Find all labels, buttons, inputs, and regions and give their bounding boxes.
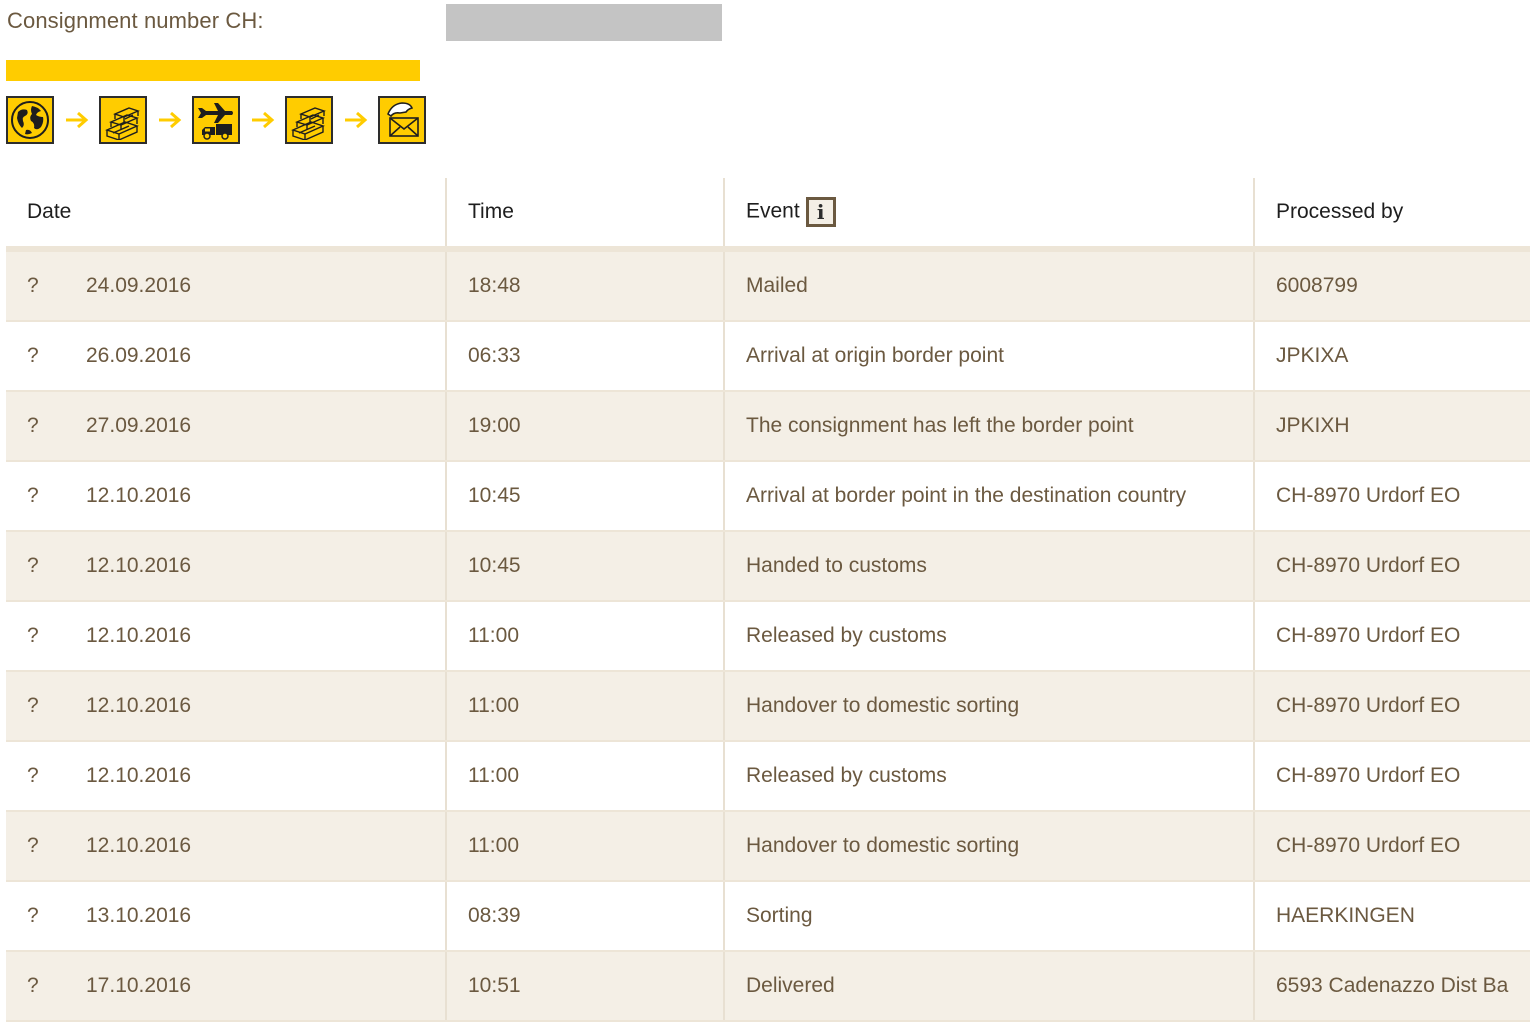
unknown-glyph-icon: ? xyxy=(27,414,39,437)
processed-by-cell: HAERKINGEN xyxy=(1253,881,1530,952)
parcels-icon xyxy=(285,96,333,144)
date-value: 13.10.2016 xyxy=(86,904,192,927)
date-cell: ? 12.10.2016 xyxy=(6,741,446,812)
time-cell: 08:39 xyxy=(445,881,724,952)
processed-by-cell: CH-8970 Urdorf EO xyxy=(1253,601,1530,672)
processed-by-cell: JPKIXA xyxy=(1253,321,1530,392)
event-cell: Handover to domestic sorting xyxy=(723,671,1254,742)
time-cell: 19:00 xyxy=(445,391,724,462)
table-row: ? 17.10.2016 10:51 Delivered 6593 Cadenaz… xyxy=(6,951,1530,1022)
event-cell: The consignment has left the border poin… xyxy=(723,391,1254,462)
unknown-glyph-icon: ? xyxy=(27,624,39,647)
tracking-events-table: Date Time Event i Processed by ? 24.09.201… xyxy=(6,178,1530,1022)
progress-bar xyxy=(6,60,420,81)
event-cell: Handed to customs xyxy=(723,531,1254,602)
time-cell: 18:48 xyxy=(445,249,724,322)
date-cell: ? 12.10.2016 xyxy=(6,811,446,882)
unknown-glyph-icon: ? xyxy=(27,904,39,927)
hand-letter-icon xyxy=(378,96,426,144)
time-cell: 11:00 xyxy=(445,671,724,742)
arrow-right-icon xyxy=(54,96,99,144)
table-body: ? 24.09.2016 18:48 Mailed 6008799 ? 26.09.… xyxy=(6,249,1530,1022)
globe-icon xyxy=(6,96,54,144)
date-cell: ? 12.10.2016 xyxy=(6,601,446,672)
table-row: ? 26.09.2016 06:33 Arrival at origin bord… xyxy=(6,321,1530,392)
event-cell: Sorting xyxy=(723,881,1254,952)
unknown-glyph-icon: ? xyxy=(27,484,39,507)
unknown-glyph-icon: ? xyxy=(27,274,39,297)
table-row: ? 12.10.2016 11:00 Handover to domestic s… xyxy=(6,671,1530,742)
time-cell: 11:00 xyxy=(445,741,724,812)
plane-truck-icon xyxy=(192,96,240,144)
processed-by-cell: JPKIXH xyxy=(1253,391,1530,462)
time-cell: 10:45 xyxy=(445,461,724,532)
column-header-event: Event i xyxy=(723,178,1254,252)
arrow-right-icon xyxy=(240,96,285,144)
processed-by-cell: CH-8970 Urdorf EO xyxy=(1253,461,1530,532)
date-cell: ? 17.10.2016 xyxy=(6,951,446,1022)
date-value: 12.10.2016 xyxy=(86,694,192,717)
processed-by-cell: 6008799 xyxy=(1253,249,1530,322)
consignment-number-redacted xyxy=(446,4,722,41)
event-cell: Arrival at origin border point xyxy=(723,321,1254,392)
date-value: 24.09.2016 xyxy=(86,274,192,297)
unknown-glyph-icon: ? xyxy=(27,834,39,857)
consignment-number-label: Consignment number CH: xyxy=(7,8,264,33)
date-cell: ? 27.09.2016 xyxy=(6,391,446,462)
time-cell: 10:51 xyxy=(445,951,724,1022)
date-cell: ? 26.09.2016 xyxy=(6,321,446,392)
processed-by-cell: 6593 Cadenazzo Dist Ba xyxy=(1253,951,1530,1022)
date-value: 12.10.2016 xyxy=(86,484,192,507)
time-cell: 11:00 xyxy=(445,811,724,882)
table-row: ? 24.09.2016 18:48 Mailed 6008799 xyxy=(6,249,1530,322)
date-cell: ? 13.10.2016 xyxy=(6,881,446,952)
arrow-right-icon xyxy=(147,96,192,144)
date-value: 26.09.2016 xyxy=(86,344,192,367)
unknown-glyph-icon: ? xyxy=(27,554,39,577)
event-cell: Arrival at border point in the destinati… xyxy=(723,461,1254,532)
unknown-glyph-icon: ? xyxy=(27,694,39,717)
date-cell: ? 24.09.2016 xyxy=(6,249,446,322)
date-value: 12.10.2016 xyxy=(86,834,192,857)
event-info-icon[interactable]: i xyxy=(805,197,836,227)
table-row: ? 12.10.2016 10:45 Arrival at border poin… xyxy=(6,461,1530,532)
processed-by-cell: CH-8970 Urdorf EO xyxy=(1253,811,1530,882)
time-cell: 10:45 xyxy=(445,531,724,602)
column-header-date: Date xyxy=(6,178,446,252)
processed-by-cell: CH-8970 Urdorf EO xyxy=(1253,741,1530,812)
table-row: ? 12.10.2016 11:00 Released by customs CH… xyxy=(6,601,1530,672)
table-header-row: Date Time Event i Processed by xyxy=(6,178,1530,252)
event-cell: Handover to domestic sorting xyxy=(723,811,1254,882)
unknown-glyph-icon: ? xyxy=(27,344,39,367)
event-cell: Released by customs xyxy=(723,601,1254,672)
event-cell: Mailed xyxy=(723,249,1254,322)
time-cell: 11:00 xyxy=(445,601,724,672)
event-cell: Delivered xyxy=(723,951,1254,1022)
date-cell: ? 12.10.2016 xyxy=(6,671,446,742)
unknown-glyph-icon: ? xyxy=(27,974,39,997)
date-value: 12.10.2016 xyxy=(86,764,192,787)
column-header-time: Time xyxy=(445,178,724,252)
processed-by-cell: CH-8970 Urdorf EO xyxy=(1253,531,1530,602)
column-header-event-label: Event xyxy=(746,199,800,223)
date-value: 12.10.2016 xyxy=(86,554,192,577)
table-row: ? 12.10.2016 11:00 Released by customs CH… xyxy=(6,741,1530,812)
table-row: ? 12.10.2016 11:00 Handover to domestic s… xyxy=(6,811,1530,882)
status-track xyxy=(6,96,426,144)
date-value: 12.10.2016 xyxy=(86,624,192,647)
date-value: 27.09.2016 xyxy=(86,414,192,437)
time-cell: 06:33 xyxy=(445,321,724,392)
event-cell: Released by customs xyxy=(723,741,1254,812)
column-header-processed-by: Processed by xyxy=(1253,178,1530,252)
unknown-glyph-icon: ? xyxy=(27,764,39,787)
date-cell: ? 12.10.2016 xyxy=(6,461,446,532)
table-row: ? 13.10.2016 08:39 Sorting HAERKINGEN xyxy=(6,881,1530,952)
table-row: ? 27.09.2016 19:00 The consignment has le… xyxy=(6,391,1530,462)
arrow-right-icon xyxy=(333,96,378,144)
processed-by-cell: CH-8970 Urdorf EO xyxy=(1253,671,1530,742)
date-value: 17.10.2016 xyxy=(86,974,192,997)
date-cell: ? 12.10.2016 xyxy=(6,531,446,602)
parcels-icon xyxy=(99,96,147,144)
table-row: ? 12.10.2016 10:45 Handed to customs CH-8… xyxy=(6,531,1530,602)
